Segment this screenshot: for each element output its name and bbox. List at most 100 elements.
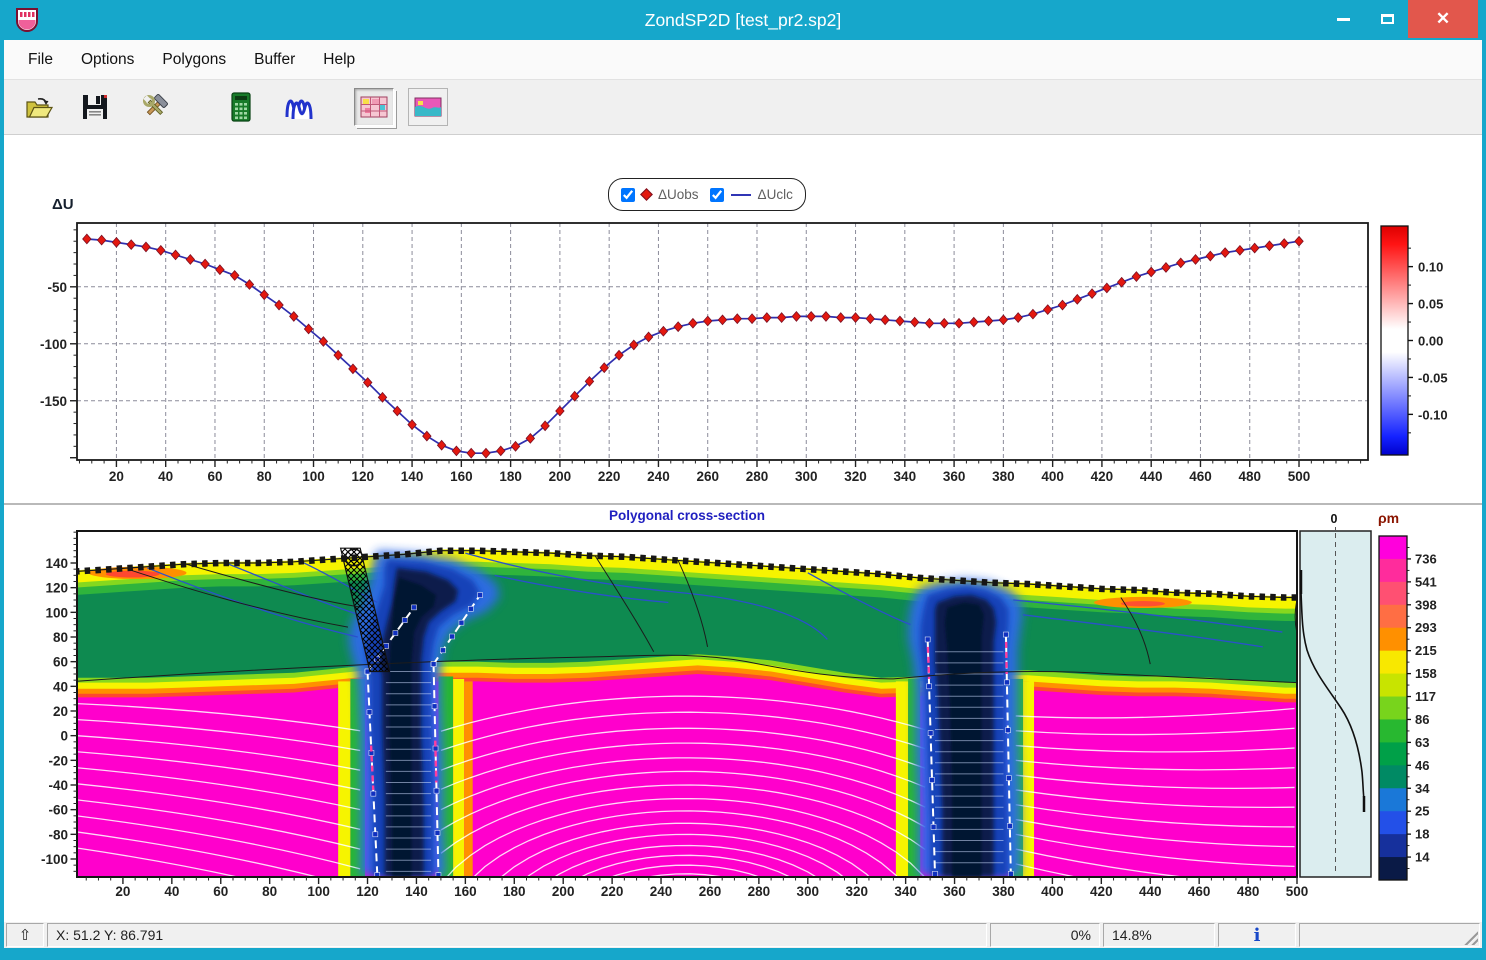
menu-file[interactable]: File <box>14 40 67 80</box>
svg-text:440: 440 <box>1140 469 1163 484</box>
status-arrow-icon: ⇧ <box>6 923 44 947</box>
waves-button[interactable] <box>282 90 316 124</box>
svg-text:420: 420 <box>1091 469 1114 484</box>
profile-axis-label: 0 <box>1324 512 1344 526</box>
svg-text:260: 260 <box>696 469 719 484</box>
svg-text:0.00: 0.00 <box>1418 334 1443 349</box>
svg-text:340: 340 <box>894 884 917 899</box>
calculator-icon <box>229 92 253 122</box>
svg-text:280: 280 <box>746 469 769 484</box>
svg-text:60: 60 <box>213 884 228 899</box>
waves-icon <box>282 91 316 123</box>
legend-label-uobs: ΔUobs <box>658 187 699 202</box>
svg-text:460: 460 <box>1189 469 1212 484</box>
svg-text:-20: -20 <box>48 753 68 768</box>
svg-text:40: 40 <box>158 469 173 484</box>
svg-text:541: 541 <box>1415 574 1437 589</box>
svg-text:736: 736 <box>1415 551 1437 566</box>
svg-text:100: 100 <box>302 469 325 484</box>
open-folder-icon <box>24 93 54 121</box>
status-progress-1: 0% <box>990 923 1100 947</box>
svg-text:180: 180 <box>503 884 526 899</box>
status-info-icon: i <box>1218 923 1296 947</box>
svg-text:120: 120 <box>352 469 375 484</box>
title-bar[interactable]: ZondSP2D [test_pr2.sp2] ✕ <box>0 0 1486 40</box>
status-progress-2: 14.8% <box>1103 923 1215 947</box>
svg-text:200: 200 <box>552 884 575 899</box>
section-map-icon <box>414 97 442 117</box>
y-axis-title: ΔU <box>52 196 74 213</box>
svg-text:-60: -60 <box>48 803 68 818</box>
window-title: ZondSP2D [test_pr2.sp2] <box>0 0 1486 40</box>
svg-text:320: 320 <box>845 884 868 899</box>
svg-text:20: 20 <box>53 704 68 719</box>
svg-text:-0.05: -0.05 <box>1418 370 1448 385</box>
svg-text:-40: -40 <box>48 778 68 793</box>
save-floppy-icon <box>81 93 109 121</box>
svg-text:320: 320 <box>844 469 867 484</box>
menu-help[interactable]: Help <box>309 40 369 80</box>
svg-text:340: 340 <box>894 469 917 484</box>
model-grid-icon <box>360 96 388 118</box>
maximize-button[interactable] <box>1366 0 1408 38</box>
svg-text:80: 80 <box>257 469 272 484</box>
svg-text:40: 40 <box>53 679 68 694</box>
svg-text:18: 18 <box>1415 827 1429 842</box>
svg-text:200: 200 <box>549 469 572 484</box>
menu-options[interactable]: Options <box>67 40 148 80</box>
minimize-button[interactable] <box>1322 0 1364 38</box>
svg-text:240: 240 <box>647 469 670 484</box>
svg-text:80: 80 <box>262 884 277 899</box>
tools-icon <box>139 92 171 122</box>
chart-legend: ΔUobs ΔUclc <box>608 178 806 211</box>
svg-text:500: 500 <box>1286 884 1309 899</box>
app-window: ZondSP2D [test_pr2.sp2] ✕ File Options P… <box>0 0 1486 960</box>
svg-text:380: 380 <box>992 469 1015 484</box>
open-file-button[interactable] <box>22 90 56 124</box>
section-map-view-button[interactable] <box>408 88 448 126</box>
legend-checkbox-uobs[interactable] <box>621 188 635 202</box>
toolbar <box>4 80 1482 135</box>
svg-text:120: 120 <box>45 581 68 596</box>
svg-text:360: 360 <box>943 469 966 484</box>
svg-text:158: 158 <box>1415 666 1437 681</box>
legend-label-uclc: ΔUclc <box>758 187 793 202</box>
svg-text:40: 40 <box>164 884 179 899</box>
menu-buffer[interactable]: Buffer <box>240 40 309 80</box>
svg-text:160: 160 <box>450 469 473 484</box>
resize-grip[interactable] <box>1462 929 1478 945</box>
svg-text:300: 300 <box>797 884 820 899</box>
svg-text:34: 34 <box>1415 781 1430 796</box>
svg-text:220: 220 <box>598 469 621 484</box>
svg-text:-100: -100 <box>40 337 67 352</box>
svg-text:14: 14 <box>1415 850 1430 865</box>
menu-polygons[interactable]: Polygons <box>148 40 240 80</box>
calculator-button[interactable] <box>224 90 258 124</box>
tools-button[interactable] <box>138 90 172 124</box>
svg-text:280: 280 <box>748 884 771 899</box>
svg-text:-80: -80 <box>48 827 68 842</box>
svg-text:440: 440 <box>1139 884 1162 899</box>
svg-text:140: 140 <box>401 469 424 484</box>
close-button[interactable]: ✕ <box>1408 0 1478 38</box>
menu-bar: File Options Polygons Buffer Help <box>4 40 1482 80</box>
legend-checkbox-uclc[interactable] <box>710 188 724 202</box>
svg-text:400: 400 <box>1041 469 1064 484</box>
svg-text:400: 400 <box>1041 884 1064 899</box>
svg-text:86: 86 <box>1415 712 1429 727</box>
svg-text:300: 300 <box>795 469 818 484</box>
svg-text:120: 120 <box>356 884 379 899</box>
svg-text:240: 240 <box>650 884 673 899</box>
svg-text:100: 100 <box>307 884 330 899</box>
cross-section-chart[interactable]: 2040608010012014016018020022024026028030… <box>0 505 1486 920</box>
svg-text:140: 140 <box>405 884 428 899</box>
svg-text:25: 25 <box>1415 804 1429 819</box>
maximize-icon <box>1381 14 1394 24</box>
save-button[interactable] <box>78 90 112 124</box>
svg-text:63: 63 <box>1415 735 1429 750</box>
model-grid-view-button[interactable] <box>354 88 394 126</box>
svg-text:20: 20 <box>115 884 130 899</box>
svg-text:480: 480 <box>1238 469 1261 484</box>
svg-text:60: 60 <box>207 469 222 484</box>
svg-text:420: 420 <box>1090 884 1113 899</box>
